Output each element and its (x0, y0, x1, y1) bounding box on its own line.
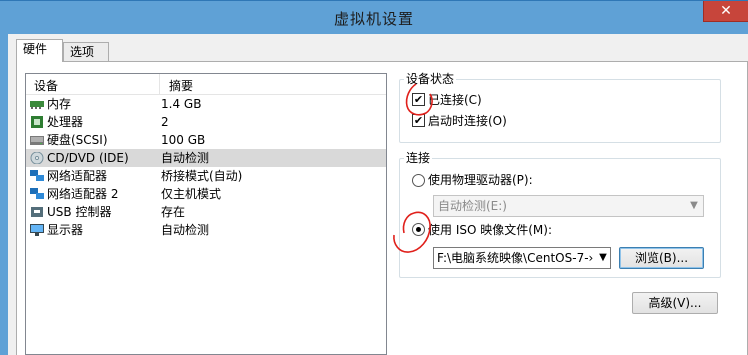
display-icon (30, 224, 44, 236)
column-divider[interactable] (159, 74, 160, 94)
network-adapter-icon (30, 188, 44, 199)
device-list-header: 设备 摘要 (26, 74, 386, 95)
device-row-memory[interactable]: 内存 1.4 GB (26, 95, 386, 113)
device-row-cd-dvd[interactable]: CD/DVD (IDE) 自动检测 (26, 149, 386, 167)
window-title: 虚拟机设置 (333, 10, 414, 28)
device-row-hard-disk[interactable]: 硬盘(SCSI) 100 GB (26, 131, 386, 149)
chevron-down-icon: ▼ (596, 248, 610, 268)
connect-at-power-on-label[interactable]: 启动时连接(O) (428, 113, 507, 129)
device-summary: 桥接模式(自动) (161, 169, 243, 183)
device-name: 内存 (47, 97, 72, 111)
checkmark-icon: ✔ (413, 93, 424, 106)
physical-drive-radio[interactable] (412, 174, 425, 187)
connected-label[interactable]: 已连接(C) (428, 92, 482, 108)
device-name: 处理器 (47, 115, 84, 129)
advanced-button[interactable]: 高级(V)... (632, 292, 718, 314)
memory-icon (30, 101, 44, 109)
device-row-processor[interactable]: 处理器 2 (26, 113, 386, 131)
device-status-title: 设备状态 (404, 72, 457, 86)
device-name: 网络适配器 (47, 169, 108, 183)
physical-drive-label[interactable]: 使用物理驱动器(P): (428, 172, 533, 188)
title-bar: 虚拟机设置 ✕ (0, 0, 748, 34)
device-row-usb-controller[interactable]: USB 控制器 存在 (26, 203, 386, 221)
device-summary: 100 GB (161, 133, 206, 147)
usb-icon (31, 207, 43, 217)
checkmark-icon: ✔ (413, 114, 424, 127)
network-adapter-icon (30, 170, 44, 181)
tab-hardware[interactable]: 硬件 (16, 39, 63, 62)
device-row-display[interactable]: 显示器 自动检测 (26, 221, 386, 239)
device-name: 显示器 (47, 223, 84, 237)
physical-drive-select[interactable]: 自动检测(E:) ▼ (433, 195, 704, 217)
cd-dvd-icon (30, 152, 44, 164)
device-summary: 2 (161, 115, 169, 129)
device-summary: 1.4 GB (161, 97, 202, 111)
device-column-header[interactable]: 设备 (34, 77, 58, 94)
device-summary: 存在 (161, 205, 186, 219)
device-name: USB 控制器 (47, 205, 112, 219)
iso-image-radio[interactable] (412, 223, 425, 236)
processor-icon (31, 116, 43, 128)
iso-image-label[interactable]: 使用 ISO 映像文件(M): (428, 222, 552, 238)
connection-title: 连接 (404, 151, 433, 165)
connect-at-power-on-checkbox[interactable]: ✔ (412, 114, 425, 127)
connected-checkbox[interactable]: ✔ (412, 93, 425, 106)
device-row-network-adapter[interactable]: 网络适配器 桥接模式(自动) (26, 167, 386, 185)
device-list[interactable]: 设备 摘要 内存 1.4 GB 处理器 2 硬盘(SCSI) 100 GB CD… (25, 73, 387, 355)
iso-path-combobox[interactable]: F:\电脑系统映像\CentOS-7-› ▼ (433, 247, 611, 269)
chevron-down-icon: ▼ (690, 200, 698, 211)
close-button[interactable]: ✕ (703, 1, 748, 22)
device-summary: 自动检测 (161, 223, 210, 237)
device-status-group (399, 79, 721, 143)
close-icon: ✕ (720, 3, 732, 19)
radio-selected-dot (416, 227, 421, 232)
browse-button[interactable]: 浏览(B)... (619, 247, 704, 269)
device-row-network-adapter-2[interactable]: 网络适配器 2 仅主机模式 (26, 185, 386, 203)
device-summary: 自动检测 (161, 151, 210, 165)
iso-path-value: F:\电脑系统映像\CentOS-7-› (437, 251, 594, 265)
device-name: 网络适配器 2 (47, 187, 119, 201)
physical-drive-value: 自动检测(E:) (438, 199, 507, 213)
tab-options[interactable]: 选项 (63, 42, 109, 62)
hard-disk-icon (30, 136, 44, 145)
window-frame-left (0, 34, 8, 355)
device-summary: 仅主机模式 (161, 187, 222, 201)
summary-column-header[interactable]: 摘要 (169, 77, 193, 94)
device-name: 硬盘(SCSI) (47, 133, 108, 147)
device-name: CD/DVD (IDE) (47, 151, 129, 165)
